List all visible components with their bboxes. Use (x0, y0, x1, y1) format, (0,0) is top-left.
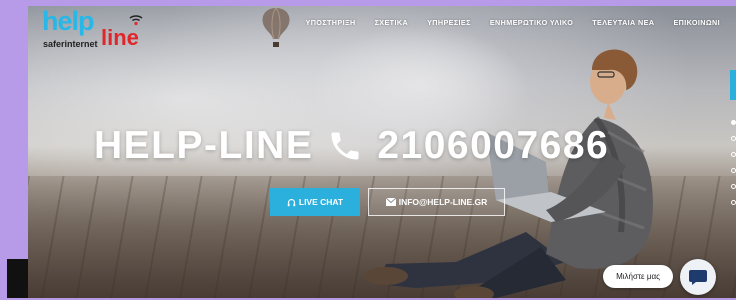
nav-item-services[interactable]: ΥΠΗΡΕΣΙΕΣ (418, 18, 481, 27)
main-navigation: ΥΠΟΣΤΗΡΙΞΗ ΣΧΕΤΙΚΑ ΥΠΗΡΕΣΙΕΣ ΕΝΗΜΕΡΩΤΙΚΟ… (296, 18, 730, 27)
hero-section: help line saferinternet ΥΠΟΣΤΗΡΙΞΗ ΣΧΕΤΙ… (28, 6, 736, 298)
logo-line-text: line (101, 25, 139, 50)
slider-dot-5[interactable] (731, 184, 736, 189)
hero-phone-number[interactable]: 2106007686 (377, 124, 609, 168)
live-chat-label: LIVE CHAT (298, 197, 344, 207)
nav-item-latest-news[interactable]: ΤΕΛΕΥΤΑΙΑ ΝΕΑ (583, 18, 664, 27)
hero-title-text: HELP-LINE (94, 124, 314, 167)
phone-icon (331, 132, 359, 160)
wifi-icon (129, 15, 143, 26)
nav-item-info-material[interactable]: ΕΝΗΜΕΡΩΤΙΚΟ ΥΛΙΚΟ (480, 18, 582, 27)
logo-tagline: saferinternet (43, 39, 98, 49)
slider-dot-6[interactable] (731, 200, 736, 205)
site-logo[interactable]: help line saferinternet (42, 6, 162, 52)
chat-prompt-label: Μιλήστε μας (616, 272, 660, 281)
side-accessibility-tab[interactable] (730, 70, 736, 100)
nav-item-about[interactable]: ΣΧΕΤΙΚΑ (365, 18, 417, 27)
email-button[interactable]: INFO@HELP-LINE.GR (368, 188, 505, 216)
chat-launcher-button[interactable] (680, 259, 716, 295)
live-chat-button[interactable]: LIVE CHAT (270, 188, 360, 216)
hero-headline: HELP-LINE 2106007686 (94, 124, 609, 168)
slider-dot-2[interactable] (731, 136, 736, 141)
logo-help-text: help (42, 6, 95, 36)
nav-item-contact[interactable]: ΕΠΙΚΟΙΝΩΝΙ (664, 18, 730, 27)
chat-icon (689, 270, 707, 285)
hot-air-balloon-image (262, 7, 290, 47)
chat-prompt-bubble[interactable]: Μιλήστε μας (603, 265, 673, 288)
email-label: INFO@HELP-LINE.GR (398, 197, 488, 207)
envelope-icon (385, 198, 396, 206)
nav-item-support[interactable]: ΥΠΟΣΤΗΡΙΞΗ (296, 18, 365, 27)
slider-dot-3[interactable] (731, 152, 736, 157)
headset-icon (287, 198, 296, 206)
slider-dot-1[interactable] (731, 120, 736, 125)
left-dark-block (7, 259, 28, 298)
slider-dot-4[interactable] (731, 168, 736, 173)
